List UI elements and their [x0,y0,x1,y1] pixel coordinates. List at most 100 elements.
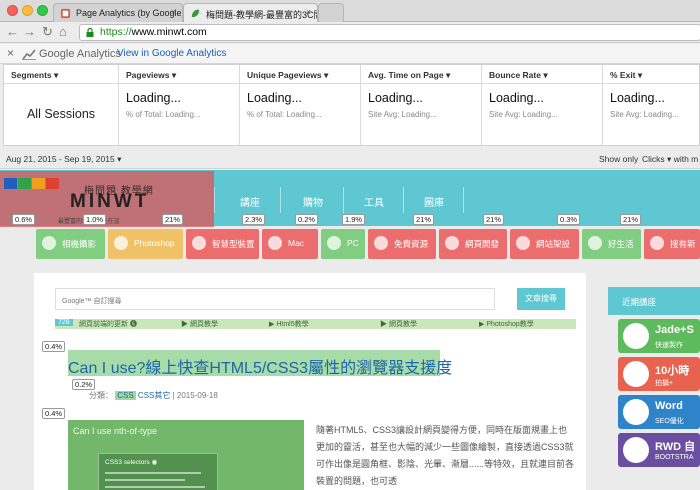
pageviews-column[interactable]: Pageviews ▾ Loading... % of Total: Loadi… [119,65,240,145]
url-host: www.minwt.com [131,26,207,38]
exit-sub: Site Avg: Loading... [610,110,679,119]
sidebar-ad-jade[interactable]: Jade+S 快速製作 [618,319,700,353]
category-link-css[interactable]: CSS [115,391,136,400]
unique-pageviews-header[interactable]: Unique Pageviews ▾ [240,65,360,84]
post-title-link[interactable]: Can I use?線上快查HTML5/CSS3屬性的瀏覽器支援度 [68,350,452,377]
category-smart-device[interactable]: 智慧型裝置 [186,229,259,259]
bounce-rate-sub: Site Avg: Loading... [489,110,558,119]
exit-header[interactable]: % Exit ▾ [603,65,699,84]
camera-icon [42,236,56,250]
menu-item-lectures[interactable]: 講座 [240,194,260,209]
tag-link[interactable]: 網頁前端的更新 ❻ [79,319,137,329]
pageviews-header[interactable]: Pageviews ▾ [119,65,239,84]
bounce-rate-column[interactable]: Bounce Rate ▾ Loading... Site Avg: Loadi… [482,65,603,145]
wordpress-icon [623,399,649,425]
back-arrow-icon[interactable]: ← [6,24,19,40]
sidebar-ad-wordpress[interactable]: Word SEO優化 [618,395,700,429]
swatch-green [18,178,31,189]
thumbnail-line [105,486,205,488]
category-pc[interactable]: PC [321,229,365,259]
analytics-logo-icon [22,49,36,60]
category-web-hosting[interactable]: 網站架設 [510,229,579,259]
ga-extension-bar: × Google Analytics View in Google Analyt… [0,44,700,64]
sidebar-ad-10hours[interactable]: 10小時 拍攝+ [618,357,700,391]
exit-column[interactable]: % Exit ▾ Loading... Site Avg: Loading... [603,65,699,145]
menu-item-shopping[interactable]: 購物 [303,194,323,209]
article-card: Google™ 自訂搜尋 文章搜尋 728 網頁前端的更新 ❻ ▶ 網頁教學 ▶… [34,273,586,490]
tab-minwt[interactable]: 梅問題-教學網-最豐富的3C問 × [183,3,318,22]
sidebar-ad-rwd[interactable]: RWD 自 BOOTSTRA [618,433,700,467]
address-bar[interactable]: https://www.minwt.com [79,24,700,41]
post-date: | 2015-09-18 [172,391,218,400]
clicks-dropdown[interactable]: Clicks ▾ with m [642,154,698,165]
tab-page-analytics[interactable]: Page Analytics (by Google) - × [53,3,183,22]
click-percent-badge: 21% [483,214,505,225]
server-icon [516,236,530,250]
click-percent-badge: 0.2% [295,214,319,225]
thumbnail-line [105,479,185,481]
category-nav: 相機攝影 Photoshop 智慧型裝置 Mac PC 免費資源 網頁開發 網站… [0,227,700,261]
category-free-resources[interactable]: 免費資源 [368,229,436,259]
category-new[interactable]: 搜有新 [644,229,700,259]
post-meta: 分類： CSS CSS其它 | 2015-09-18 [89,391,218,400]
category-camera[interactable]: 相機攝影 [36,229,105,259]
tab-title: Page Analytics (by Google) - [76,8,183,18]
close-tab-icon[interactable]: × [306,7,311,17]
home-icon[interactable]: ⌂ [59,24,67,40]
thumbnail-line [105,472,201,474]
chevron-down-icon: ▾ [117,154,122,164]
search-button[interactable]: 文章搜尋 [517,288,565,310]
site-search-input[interactable]: Google™ 自訂搜尋 [55,288,495,310]
menu-item-gallery[interactable]: 圖庫 [424,194,444,209]
chevron-down-icon: ▾ [171,70,177,80]
chevron-down-icon: ▾ [543,70,548,80]
view-in-ga-link[interactable]: View in Google Analytics [117,48,226,59]
avg-time-column[interactable]: Avg. Time on Page ▾ Loading... Site Avg:… [361,65,482,145]
zoom-window-button[interactable] [37,5,48,16]
pageviews-sub: % of Total: Loading... [126,110,201,119]
minimize-window-button[interactable] [22,5,33,16]
heatmap-legend[interactable] [4,176,62,189]
reload-icon[interactable]: ↻ [42,24,53,40]
bounce-rate-value: Loading... [489,91,544,105]
tab-title: 梅問題-教學網-最豐富的3C問 [206,10,318,20]
bounce-rate-header[interactable]: Bounce Rate ▾ [482,65,602,84]
windows-icon [327,236,341,250]
unique-pageviews-column[interactable]: Unique Pageviews ▾ Loading... % of Total… [240,65,361,145]
date-range-picker[interactable]: Aug 21, 2015 - Sep 19, 2015 ▾ [6,154,121,165]
tag-link[interactable]: ▶ Photoshop教學 [479,319,534,329]
ad-logo-icon [623,361,649,387]
segments-column[interactable]: Segments ▾ All Sessions [4,65,119,145]
new-tab-button[interactable] [318,3,344,22]
logo-main-text: MINWT [70,191,150,212]
close-ga-icon[interactable]: × [7,46,14,60]
thumbnail-panel: CSS3 selectors ◉ [98,453,218,490]
chevron-down-icon: ▾ [324,70,329,80]
exit-value: Loading... [610,91,665,105]
ga-product-name: Google Analytics [39,48,121,60]
category-life[interactable]: 好生活 [582,229,641,259]
menu-divider [343,187,344,213]
tag-link[interactable]: ▶ 網頁教學 [380,319,417,329]
avg-time-sub: Site Avg: Loading... [368,110,437,119]
close-tab-icon[interactable]: × [171,7,176,17]
category-link-css-other[interactable]: CSS其它 [138,391,170,400]
tag-link[interactable]: ▶ 網頁教學 [181,319,218,329]
star-icon [588,236,602,250]
ad-logo-icon [623,323,649,349]
chevron-down-icon: ▾ [445,70,451,80]
forward-arrow-icon[interactable]: → [23,24,36,40]
segments-header[interactable]: Segments ▾ [4,65,118,84]
category-mac[interactable]: Mac [262,229,318,259]
close-window-button[interactable] [7,5,18,16]
menu-divider [214,187,215,213]
thumbnail-title: Can I use nth-of-type [73,426,158,436]
sidebar-title: 近期講座 [608,287,700,315]
category-web-dev[interactable]: 網頁開發 [439,229,507,259]
menu-item-tools[interactable]: 工具 [364,194,384,209]
click-percent-badge: 0.4% [42,408,66,419]
tag-link[interactable]: ▶ Html5教學 [269,319,309,329]
post-thumbnail[interactable]: Can I use nth-of-type CSS3 selectors ◉ [68,420,304,490]
category-photoshop[interactable]: Photoshop [108,229,183,259]
avg-time-header[interactable]: Avg. Time on Page ▾ [361,65,481,84]
